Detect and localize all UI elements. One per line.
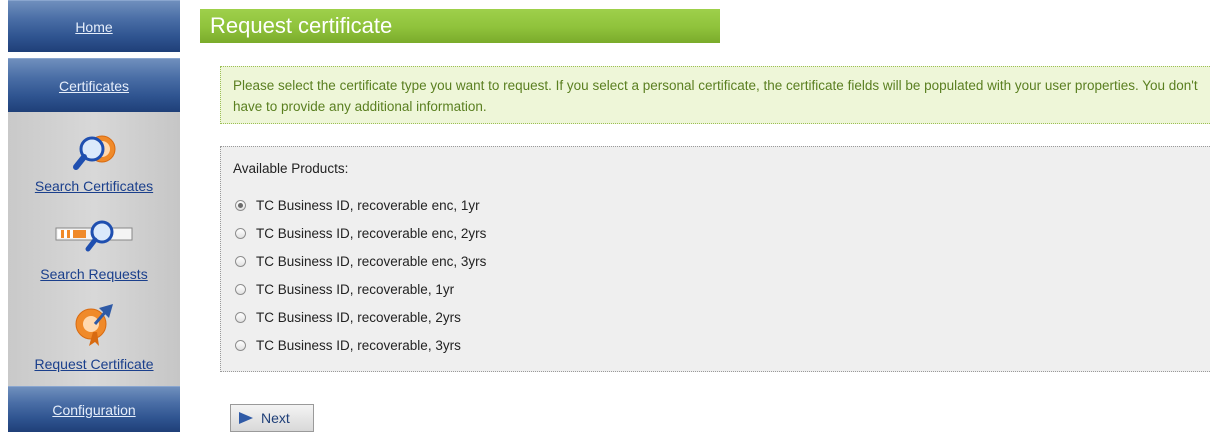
search-certificates-link[interactable]: Search Certificates <box>8 132 180 194</box>
nav-certificates[interactable]: Certificates <box>8 58 180 112</box>
next-label: Next <box>261 410 290 426</box>
search-certificates-label[interactable]: Search Certificates <box>8 178 180 194</box>
product-label: TC Business ID, recoverable enc, 1yr <box>256 197 480 213</box>
page-title: Request certificate <box>210 13 393 38</box>
product-option[interactable]: TC Business ID, recoverable enc, 1yr <box>235 195 480 215</box>
product-option[interactable]: TC Business ID, recoverable enc, 3yrs <box>235 251 486 271</box>
product-label: TC Business ID, recoverable enc, 3yrs <box>256 253 487 269</box>
nav-configuration-label[interactable]: Configuration <box>52 402 135 418</box>
product-option[interactable]: TC Business ID, recoverable enc, 2yrs <box>235 223 486 243</box>
product-option[interactable]: TC Business ID, recoverable, 3yrs <box>235 335 461 355</box>
nav-configuration[interactable]: Configuration <box>8 386 180 432</box>
page-title-bar: Request certificate <box>200 9 720 43</box>
available-products-panel: Available Products: TC Business ID, reco… <box>220 146 1210 372</box>
product-label: TC Business ID, recoverable, 3yrs <box>256 337 461 353</box>
product-label: TC Business ID, recoverable enc, 2yrs <box>256 225 487 241</box>
product-radio[interactable] <box>235 199 246 211</box>
product-radio[interactable] <box>235 311 246 323</box>
nav-home[interactable]: Home <box>8 0 180 52</box>
certificate-tools-panel: Search Certificates Search Requests Requ… <box>8 112 180 386</box>
product-label: TC Business ID, recoverable, 1yr <box>256 281 455 297</box>
info-text: Please select the certificate type you w… <box>233 78 1198 114</box>
nav-home-label[interactable]: Home <box>75 19 112 35</box>
product-radio[interactable] <box>235 227 246 239</box>
search-requests-icon <box>55 220 133 252</box>
request-certificate-label[interactable]: Request Certificate <box>8 356 180 372</box>
search-requests-link[interactable]: Search Requests <box>8 218 180 282</box>
product-option[interactable]: TC Business ID, recoverable, 1yr <box>235 279 454 299</box>
product-radio[interactable] <box>235 255 246 267</box>
product-radio[interactable] <box>235 339 246 351</box>
nav-certificates-label[interactable]: Certificates <box>59 78 129 94</box>
play-arrow-icon <box>239 412 253 424</box>
sidebar: Home Certificates Search Certificates Se… <box>0 0 180 432</box>
request-certificate-link[interactable]: Request Certificate <box>8 300 180 372</box>
search-certificates-icon <box>73 135 116 170</box>
search-requests-label[interactable]: Search Requests <box>8 266 180 282</box>
product-option[interactable]: TC Business ID, recoverable, 2yrs <box>235 307 461 327</box>
product-label: TC Business ID, recoverable, 2yrs <box>256 309 461 325</box>
info-message: Please select the certificate type you w… <box>220 66 1210 124</box>
request-certificate-icon <box>75 304 113 346</box>
next-button[interactable]: Next <box>230 404 314 432</box>
products-header: Available Products: <box>233 161 349 176</box>
product-radio[interactable] <box>235 283 246 295</box>
